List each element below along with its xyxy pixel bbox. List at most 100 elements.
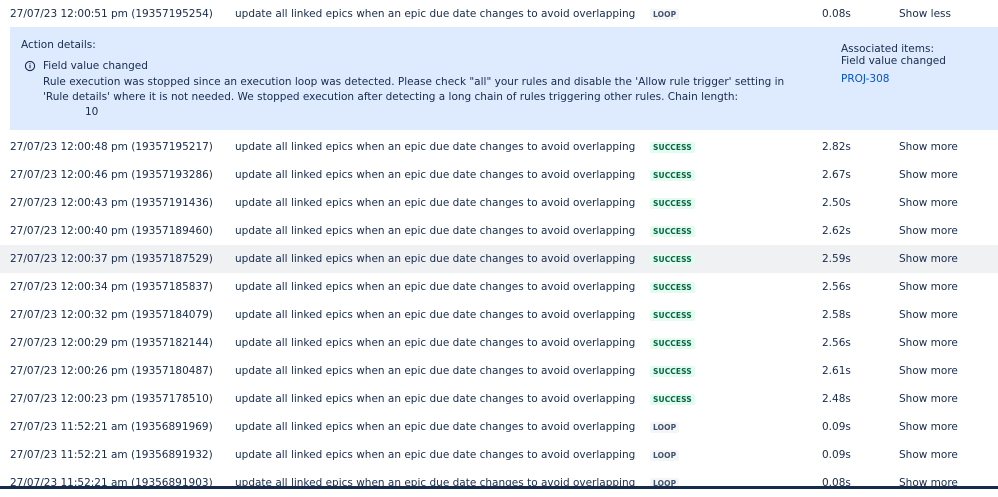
row-rule-name: update all linked epics when an epic due… (235, 8, 636, 20)
audit-log-row: 27/07/23 11:52:21 am (19356891932) update… (0, 441, 998, 469)
row-duration: 0.08s (822, 477, 851, 489)
row-date: 27/07/23 11:52:21 am (19356891903) (10, 477, 213, 489)
show-more-button[interactable]: Show more (899, 413, 958, 441)
row-duration: 2.48s (822, 393, 851, 405)
row-date: 27/07/23 12:00:23 pm (19357178510) (10, 393, 213, 405)
row-rule-name: update all linked epics when an epic due… (235, 477, 636, 489)
row-duration: 2.56s (822, 281, 851, 293)
audit-log-row: 27/07/23 12:00:26 pm (19357180487) update… (0, 357, 998, 385)
row-status-cell: SUCCESS (650, 189, 695, 217)
audit-log-row: 27/07/23 12:00:46 pm (19357193286) update… (0, 161, 998, 189)
row-duration: 0.09s (822, 421, 851, 433)
row-status-cell: SUCCESS (650, 217, 695, 245)
show-more-button[interactable]: Show more (899, 161, 958, 189)
row-date: 27/07/23 12:00:34 pm (19357185837) (10, 281, 213, 293)
status-badge: SUCCESS (650, 141, 695, 153)
show-more-button[interactable]: Show more (899, 441, 958, 469)
show-more-button[interactable]: Show more (899, 301, 958, 329)
status-badge: LOOP (650, 449, 680, 461)
row-rule-name: update all linked epics when an epic due… (235, 365, 636, 377)
row-date: 27/07/23 12:00:48 pm (19357195217) (10, 141, 213, 153)
audit-log-row: 27/07/23 11:52:21 am (19356891969) update… (0, 413, 998, 441)
row-status-cell: SUCCESS (650, 245, 695, 273)
row-rule-name: update all linked epics when an epic due… (235, 197, 636, 209)
status-badge: SUCCESS (650, 169, 695, 181)
status-badge: SUCCESS (650, 309, 695, 321)
row-status-cell: SUCCESS (650, 385, 695, 413)
row-rule-name: update all linked epics when an epic due… (235, 449, 636, 461)
action-message: Rule execution was stopped since an exec… (43, 76, 785, 103)
row-date: 27/07/23 11:52:21 am (19356891969) (10, 421, 213, 433)
audit-log-row: 27/07/23 12:00:34 pm (19357185837) update… (0, 273, 998, 301)
row-status-cell: SUCCESS (650, 301, 695, 329)
info-icon (24, 60, 36, 72)
row-status-cell: LOOP (650, 413, 680, 441)
row-status-cell: LOOP (650, 441, 680, 469)
row-duration: 2.61s (822, 365, 851, 377)
show-more-button[interactable]: Show more (899, 357, 958, 385)
show-more-button[interactable]: Show more (899, 385, 958, 413)
row-status-cell: SUCCESS (650, 273, 695, 301)
status-badge: LOOP (650, 8, 680, 20)
row-status-cell: LOOP (650, 0, 680, 28)
row-status-cell: SUCCESS (650, 133, 695, 161)
show-less-button[interactable]: Show less (899, 0, 951, 28)
action-details-panel: Action details: Field value changed Rule… (10, 27, 998, 130)
row-duration: 2.67s (822, 169, 851, 181)
status-badge: SUCCESS (650, 253, 695, 265)
row-date: 27/07/23 12:00:46 pm (19357193286) (10, 169, 213, 181)
row-date: 27/07/23 12:00:32 pm (19357184079) (10, 309, 213, 321)
row-date: 27/07/23 12:00:51 pm (19357195254) (10, 8, 213, 20)
associated-issue-link[interactable]: PROJ-308 (841, 73, 889, 85)
audit-log-row: 27/07/23 12:00:29 pm (19357182144) update… (0, 329, 998, 357)
row-date: 27/07/23 12:00:40 pm (19357189460) (10, 225, 213, 237)
row-rule-name: update all linked epics when an epic due… (235, 253, 636, 265)
row-date: 27/07/23 12:00:26 pm (19357180487) (10, 365, 213, 377)
row-rule-name: update all linked epics when an epic due… (235, 393, 636, 405)
row-duration: 2.58s (822, 309, 851, 321)
row-rule-name: update all linked epics when an epic due… (235, 281, 636, 293)
audit-log-row-expanded: 27/07/23 12:00:51 pm (19357195254) updat… (0, 0, 998, 28)
row-date: 27/07/23 12:00:29 pm (19357182144) (10, 337, 213, 349)
chain-length-value: 10 (85, 106, 99, 118)
show-more-button[interactable]: Show more (899, 273, 958, 301)
row-rule-name: update all linked epics when an epic due… (235, 337, 636, 349)
row-date: 27/07/23 11:52:21 am (19356891932) (10, 449, 213, 461)
status-badge: LOOP (650, 421, 680, 433)
status-badge: SUCCESS (650, 225, 695, 237)
row-duration: 2.62s (822, 225, 851, 237)
row-duration: 0.08s (822, 8, 851, 20)
row-rule-name: update all linked epics when an epic due… (235, 309, 636, 321)
audit-log-row: 27/07/23 11:52:21 am (19356891903) update… (0, 469, 998, 497)
associated-items-title: Associated items: (841, 43, 934, 55)
audit-log-row: 27/07/23 12:00:40 pm (19357189460) update… (0, 217, 998, 245)
show-more-button[interactable]: Show more (899, 329, 958, 357)
status-badge: SUCCESS (650, 197, 695, 209)
row-rule-name: update all linked epics when an epic due… (235, 225, 636, 237)
show-more-button[interactable]: Show more (899, 133, 958, 161)
row-status-cell: SUCCESS (650, 329, 695, 357)
audit-log-row: 27/07/23 12:00:48 pm (19357195217) update… (0, 133, 998, 161)
row-duration: 0.09s (822, 449, 851, 461)
row-rule-name: update all linked epics when an epic due… (235, 421, 636, 433)
show-more-button[interactable]: Show more (899, 469, 958, 497)
row-duration: 2.50s (822, 197, 851, 209)
row-status-cell: SUCCESS (650, 357, 695, 385)
row-duration: 2.59s (822, 253, 851, 265)
show-more-button[interactable]: Show more (899, 189, 958, 217)
status-badge: SUCCESS (650, 281, 695, 293)
associated-items-subtitle: Field value changed (841, 55, 946, 67)
row-date: 27/07/23 12:00:37 pm (19357187529) (10, 253, 213, 265)
status-badge: SUCCESS (650, 365, 695, 377)
action-field-name: Field value changed (43, 60, 148, 72)
row-duration: 2.56s (822, 337, 851, 349)
row-rule-name: update all linked epics when an epic due… (235, 141, 636, 153)
row-rule-name: update all linked epics when an epic due… (235, 169, 636, 181)
status-badge: SUCCESS (650, 393, 695, 405)
show-more-button[interactable]: Show more (899, 245, 958, 273)
audit-log-row: 27/07/23 12:00:23 pm (19357178510) update… (0, 385, 998, 413)
show-more-button[interactable]: Show more (899, 217, 958, 245)
audit-log-row: 27/07/23 12:00:32 pm (19357184079) update… (0, 301, 998, 329)
status-badge: SUCCESS (650, 337, 695, 349)
action-details-title: Action details: (21, 39, 96, 51)
